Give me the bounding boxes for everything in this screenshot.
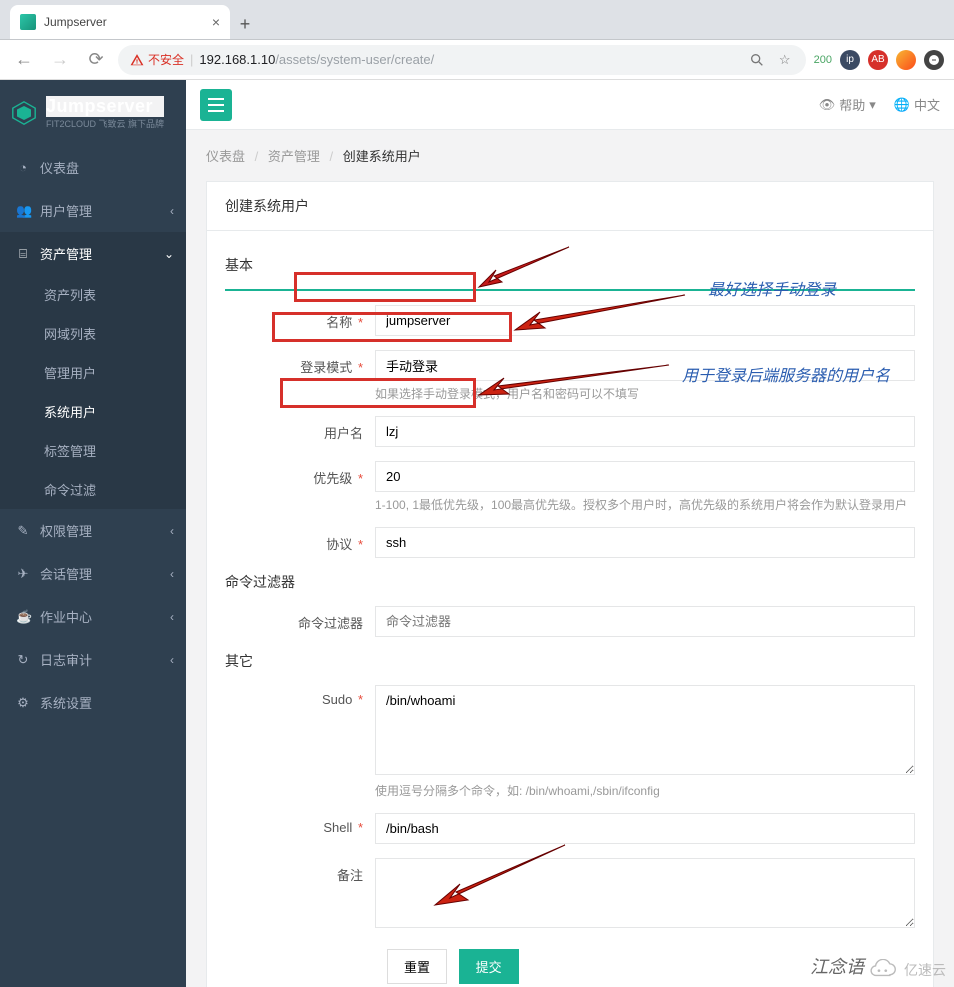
sidebar-item-ops[interactable]: ☕作业中心‹ [0,595,186,638]
users-icon: 👥 [16,203,30,219]
chevron-left-icon: ‹ [170,204,174,218]
cloud-icon [864,959,898,981]
extension-icon-abp[interactable]: AB [868,50,888,70]
reset-button[interactable]: 重置 [387,949,447,984]
reload-button[interactable]: ⟳ [82,46,110,74]
login-mode-help: 如果选择手动登录模式，用户名和密码可以不填写 [375,385,915,402]
sidebar-item-session[interactable]: ✈会话管理‹ [0,552,186,595]
language-toggle[interactable]: 🌐中文 [894,95,940,114]
chevron-left-icon: ‹ [170,653,174,667]
main-content: 👁帮助 ▾ 🌐中文 仪表盘 / 资产管理 / 创建系统用户 创建系统用户 基本 … [186,80,954,987]
shell-input[interactable] [375,813,915,844]
sidebar-submenu-assets: 资产列表 网域列表 管理用户 系统用户 标签管理 命令过滤 [0,275,186,509]
history-icon: ↻ [16,652,30,668]
priority-help: 1-100, 1最低优先级，100最高优先级。授权多个用户时，高优先级的系统用户… [375,496,915,513]
sudo-textarea[interactable] [375,685,915,775]
forward-button[interactable]: → [46,46,74,74]
browser-tab[interactable]: Jumpserver × [10,5,230,39]
sidebar: Jumpserver FIT2CLOUD 飞致云 旗下品牌 ◔仪表盘 👥用户管理… [0,80,186,987]
priority-input[interactable] [375,461,915,492]
sidebar-item-domain-list[interactable]: 网域列表 [0,314,186,353]
form-panel: 创建系统用户 基本 名称 * 登录模式 * 如果选择手动登录模式，用户名和密码可… [206,181,934,987]
url-text: 192.168.1.10/assets/system-user/create/ [199,52,434,67]
warning-icon [130,53,144,67]
sidebar-item-labels[interactable]: 标签管理 [0,431,186,470]
submit-button[interactable]: 提交 [459,949,519,984]
username-input[interactable] [375,416,915,447]
edit-icon: ✎ [16,523,30,539]
sidebar-item-assets[interactable]: ⌸资产管理⌄ [0,232,186,275]
breadcrumb: 仪表盘 / 资产管理 / 创建系统用户 [186,130,954,181]
search-in-page-icon[interactable] [748,51,766,69]
coffee-icon: ☕ [16,609,30,625]
hamburger-icon [208,98,224,112]
breadcrumb-current: 创建系统用户 [343,149,421,164]
help-link[interactable]: 👁帮助 ▾ [819,95,876,114]
logo: Jumpserver FIT2CLOUD 飞致云 旗下品牌 [0,80,186,146]
watermark: 江念语 [810,953,864,979]
name-input[interactable] [375,305,915,336]
sidebar-item-perms[interactable]: ✎权限管理‹ [0,509,186,552]
chevron-left-icon: ‹ [170,610,174,624]
chevron-left-icon: ‹ [170,567,174,581]
panel-title: 创建系统用户 [207,182,933,231]
section-filter: 命令过滤器 [225,572,915,592]
breadcrumb-assets[interactable]: 资产管理 [268,149,320,164]
eye-icon: 👁 [819,97,836,113]
protocol-select[interactable] [375,527,915,558]
sidebar-item-dashboard[interactable]: ◔仪表盘 [0,146,186,189]
cmd-filter-select[interactable] [375,606,915,637]
breadcrumb-dashboard[interactable]: 仪表盘 [206,149,245,164]
back-button[interactable]: ← [10,46,38,74]
extension-icon-3[interactable] [924,50,944,70]
globe-icon: 🌐 [894,97,910,113]
section-basic: 基本 [225,255,915,275]
topbar: 👁帮助 ▾ 🌐中文 [186,80,954,130]
sidebar-item-asset-list[interactable]: 资产列表 [0,275,186,314]
sidebar-item-users[interactable]: 👥用户管理‹ [0,189,186,232]
brand-watermark: 亿速云 [864,959,946,981]
tab-close-icon[interactable]: × [212,14,220,30]
extension-count[interactable]: 200 [814,54,832,66]
logo-icon [10,99,38,127]
inbox-icon: ⌸ [16,246,30,262]
gear-icon: ⚙ [16,695,30,711]
insecure-warning: 不安全 [130,51,184,68]
chevron-down-icon: ⌄ [164,247,174,261]
sidebar-item-settings[interactable]: ⚙系统设置 [0,681,186,724]
tab-title: Jumpserver [44,15,204,29]
sidebar-item-audit[interactable]: ↻日志审计‹ [0,638,186,681]
login-mode-select[interactable] [375,350,915,381]
chevron-left-icon: ‹ [170,524,174,538]
tab-favicon [20,14,36,30]
sidebar-item-admin-user[interactable]: 管理用户 [0,353,186,392]
new-tab-button[interactable]: + [230,9,260,39]
section-other: 其它 [225,651,915,671]
sidebar-toggle-button[interactable] [200,89,232,121]
extension-icon-2[interactable] [896,50,916,70]
sidebar-item-system-user[interactable]: 系统用户 [0,392,186,431]
address-bar[interactable]: 不安全 | 192.168.1.10/assets/system-user/cr… [118,45,806,75]
extension-icon-1[interactable]: ip [840,50,860,70]
sudo-help: 使用逗号分隔多个命令，如: /bin/whoami,/sbin/ifconfig [375,782,915,799]
sidebar-item-cmd-filter[interactable]: 命令过滤 [0,470,186,509]
browser-toolbar: ← → ⟳ 不安全 | 192.168.1.10/assets/system-u… [0,40,954,80]
browser-tab-strip: Jumpserver × + [0,0,954,40]
remark-textarea[interactable] [375,858,915,928]
bookmark-icon[interactable]: ☆ [776,51,794,69]
gauge-icon: ◔ [16,160,30,175]
rocket-icon: ✈ [16,566,30,582]
